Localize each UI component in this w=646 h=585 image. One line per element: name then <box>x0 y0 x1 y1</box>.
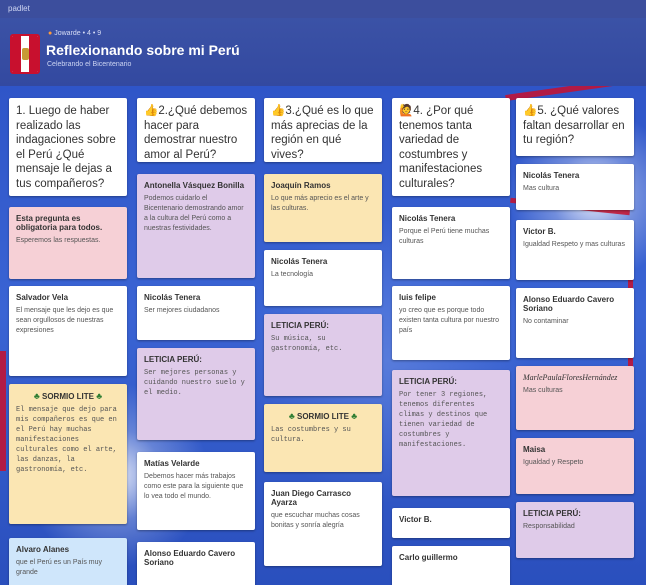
tree-icon: ♣ <box>351 411 358 421</box>
post-card[interactable]: Alonso Eduardo Cavero Soriano <box>137 542 255 585</box>
post-title: Nicolás Tenera <box>271 257 328 266</box>
post-body: Responsabilidad <box>523 523 575 530</box>
post-title-row: ♣ SORMIO LITE ♣ <box>9 384 127 403</box>
post-card[interactable]: LETICIA PERÚ: Responsabilidad <box>516 502 634 558</box>
post-body: Mas culturas <box>523 387 563 394</box>
post-card[interactable]: Nicolás Tenera Mas cultura <box>516 164 634 210</box>
post-title: LETICIA PERÚ: <box>144 355 202 364</box>
post-card[interactable]: Matías Velarde Debemos hacer más trabajo… <box>137 452 255 530</box>
tree-icon: ♣ <box>33 391 40 401</box>
post-card[interactable]: Victor B. Igualdad Respeto y mas cultura… <box>516 220 634 280</box>
post-title: SORMIO LITE <box>297 412 349 421</box>
post-card[interactable]: Joaquín Ramos Lo que más aprecio es el a… <box>264 174 382 242</box>
thumbs-up-icon: 👍 <box>271 105 286 117</box>
post-title: Victor B. <box>523 227 556 236</box>
padlet-header: ● Jowarde • 4 • 9 Reflexionando sobre mi… <box>0 18 646 86</box>
post-title: Carlo guillermo <box>399 553 458 562</box>
post-card[interactable]: LETICIA PERÚ: Su música, su gastronomía,… <box>264 314 382 396</box>
post-title: luis felipe <box>399 293 436 302</box>
post-body <box>137 569 255 577</box>
post-body: Lo que más aprecio es el arte y las cult… <box>271 195 369 212</box>
post-title: LETICIA PERÚ: <box>523 509 581 518</box>
post-title: Nicolás Tenera <box>399 214 456 223</box>
question-text: 4. ¿Por qué tenemos tanta variedad de co… <box>399 105 483 190</box>
post-title: Antonella Vásquez Bonilla <box>144 181 245 190</box>
post-title: Nicolás Tenera <box>144 293 201 302</box>
post-body: Las costumbres y su cultura. <box>271 426 351 444</box>
post-card[interactable]: Victor B. <box>392 508 510 538</box>
post-title: Salvador Vela <box>16 293 69 302</box>
post-body: El mensaje que les dejo es que sean orgu… <box>16 307 114 334</box>
tree-icon: ♣ <box>96 391 103 401</box>
post-body: Ser mejores ciudadanos <box>144 307 220 314</box>
post-body: yo creo que es porque todo existen tanta… <box>399 307 500 334</box>
question-card-4[interactable]: 🙋4. ¿Por qué tenemos tanta variedad de c… <box>392 98 510 196</box>
post-body: La tecnología <box>271 271 314 278</box>
post-title: SORMIO LITE <box>42 392 94 401</box>
question-card-5[interactable]: 👍5. ¿Qué valores faltan desarrollar en t… <box>516 98 634 156</box>
post-card[interactable]: Alvaro Alanes que el Perú es un País muy… <box>9 538 127 585</box>
post-card[interactable]: LETICIA PERÚ: Por tener 3 regiones, tene… <box>392 370 510 496</box>
post-card[interactable]: Alonso Eduardo Cavero Soriano No contami… <box>516 288 634 358</box>
post-title: LETICIA PERÚ: <box>271 321 329 330</box>
post-card[interactable]: Nicolás Tenera La tecnología <box>264 250 382 306</box>
post-title: Alvaro Alanes <box>16 545 70 554</box>
post-title: Nicolás Tenera <box>523 171 580 180</box>
post-card[interactable]: luis felipe yo creo que es porque todo e… <box>392 286 510 360</box>
post-body: Igualdad Respeto y mas culturas <box>523 241 625 248</box>
post-title: Juan Diego Carrasco Ayarza <box>271 489 352 507</box>
question-text: 3.¿Qué es lo que más aprecias de la regi… <box>271 105 374 161</box>
post-card[interactable]: Esta pregunta es obligatoria para todos.… <box>9 207 127 279</box>
post-body: Debemos hacer más trabajos como este par… <box>144 473 244 500</box>
post-card[interactable]: ♣ SORMIO LITE ♣ El mensaje que dejo para… <box>9 384 127 524</box>
person-icon: 🙋 <box>399 105 414 117</box>
tree-icon: ♣ <box>288 411 295 421</box>
question-card-1[interactable]: 1. Luego de haber realizado las indagaci… <box>9 98 127 196</box>
post-card[interactable]: Juan Diego Carrasco Ayarza que escuchar … <box>264 482 382 566</box>
question-text: 5. ¿Qué valores faltan desarrollar en tu… <box>523 105 625 146</box>
post-body: Igualdad y Respeto <box>523 459 584 466</box>
post-card[interactable]: Nicolás Tenera Ser mejores ciudadanos <box>137 286 255 340</box>
post-title: Maisa <box>523 445 546 454</box>
post-card[interactable]: Antonella Vásquez Bonilla Podemos cuidar… <box>137 174 255 278</box>
post-card[interactable]: MarlePaulaFloresHernández Mas culturas <box>516 366 634 430</box>
post-card[interactable]: Nicolás Tenera Porque el Perú tiene much… <box>392 207 510 279</box>
thumbs-up-icon: 👍 <box>523 105 538 117</box>
question-card-3[interactable]: 👍3.¿Qué es lo que más aprecias de la reg… <box>264 98 382 162</box>
post-title-row: ♣ SORMIO LITE ♣ <box>264 404 382 423</box>
post-body: Ser mejores personas y cuidando nuestro … <box>144 369 245 397</box>
board-background: 1. Luego de haber realizado las indagaci… <box>0 86 646 585</box>
post-title: Alonso Eduardo Cavero Soriano <box>144 549 236 567</box>
post-body: que el Perú es un País muy grande <box>16 559 102 576</box>
question-text: 2.¿Qué debemos hacer para demostrar nues… <box>144 105 248 161</box>
post-body: Esperemos las respuestas. <box>16 237 101 244</box>
post-card[interactable]: Maisa Igualdad y Respeto <box>516 438 634 494</box>
page-subtitle: Celebrando el Bicentenario <box>47 61 132 68</box>
page-title: Reflexionando sobre mi Perú <box>46 42 240 58</box>
post-title: Esta pregunta es obligatoria para todos. <box>16 214 103 232</box>
post-title: Alonso Eduardo Cavero Soriano <box>523 295 615 313</box>
post-body: que escuchar muchas cosas bonitas y sonr… <box>271 512 360 529</box>
post-title: MarlePaulaFloresHernández <box>523 373 618 382</box>
post-body: Por tener 3 regiones, tenemos diferentes… <box>399 391 488 449</box>
post-body: Podemos cuidarlo el Bicentenario demostr… <box>144 195 244 232</box>
post-title: Matías Velarde <box>144 459 200 468</box>
post-body: Su música, su gastronomía, etc. <box>271 335 343 353</box>
app-top-strip: padlet <box>0 0 646 18</box>
post-title: LETICIA PERÚ: <box>399 377 457 386</box>
post-body: El mensaje que dejo para mis compañeros … <box>16 406 117 474</box>
thumbs-up-icon: 👍 <box>144 105 159 117</box>
author-meta: ● Jowarde • 4 • 9 <box>48 30 102 37</box>
post-body: Mas cultura <box>523 185 560 192</box>
post-body: No contaminar <box>523 318 569 325</box>
post-card[interactable]: ♣ SORMIO LITE ♣ Las costumbres y su cult… <box>264 404 382 472</box>
post-title: Victor B. <box>399 515 432 524</box>
post-card[interactable]: LETICIA PERÚ: Ser mejores personas y cui… <box>137 348 255 440</box>
post-body: Porque el Perú tiene muchas culturas <box>399 228 490 245</box>
padlet-avatar <box>10 34 40 74</box>
post-card[interactable]: Carlo guillermo <box>392 546 510 585</box>
question-card-2[interactable]: 👍2.¿Qué debemos hacer para demostrar nue… <box>137 98 255 162</box>
post-title: Joaquín Ramos <box>271 181 331 190</box>
post-card[interactable]: Salvador Vela El mensaje que les dejo es… <box>9 286 127 376</box>
